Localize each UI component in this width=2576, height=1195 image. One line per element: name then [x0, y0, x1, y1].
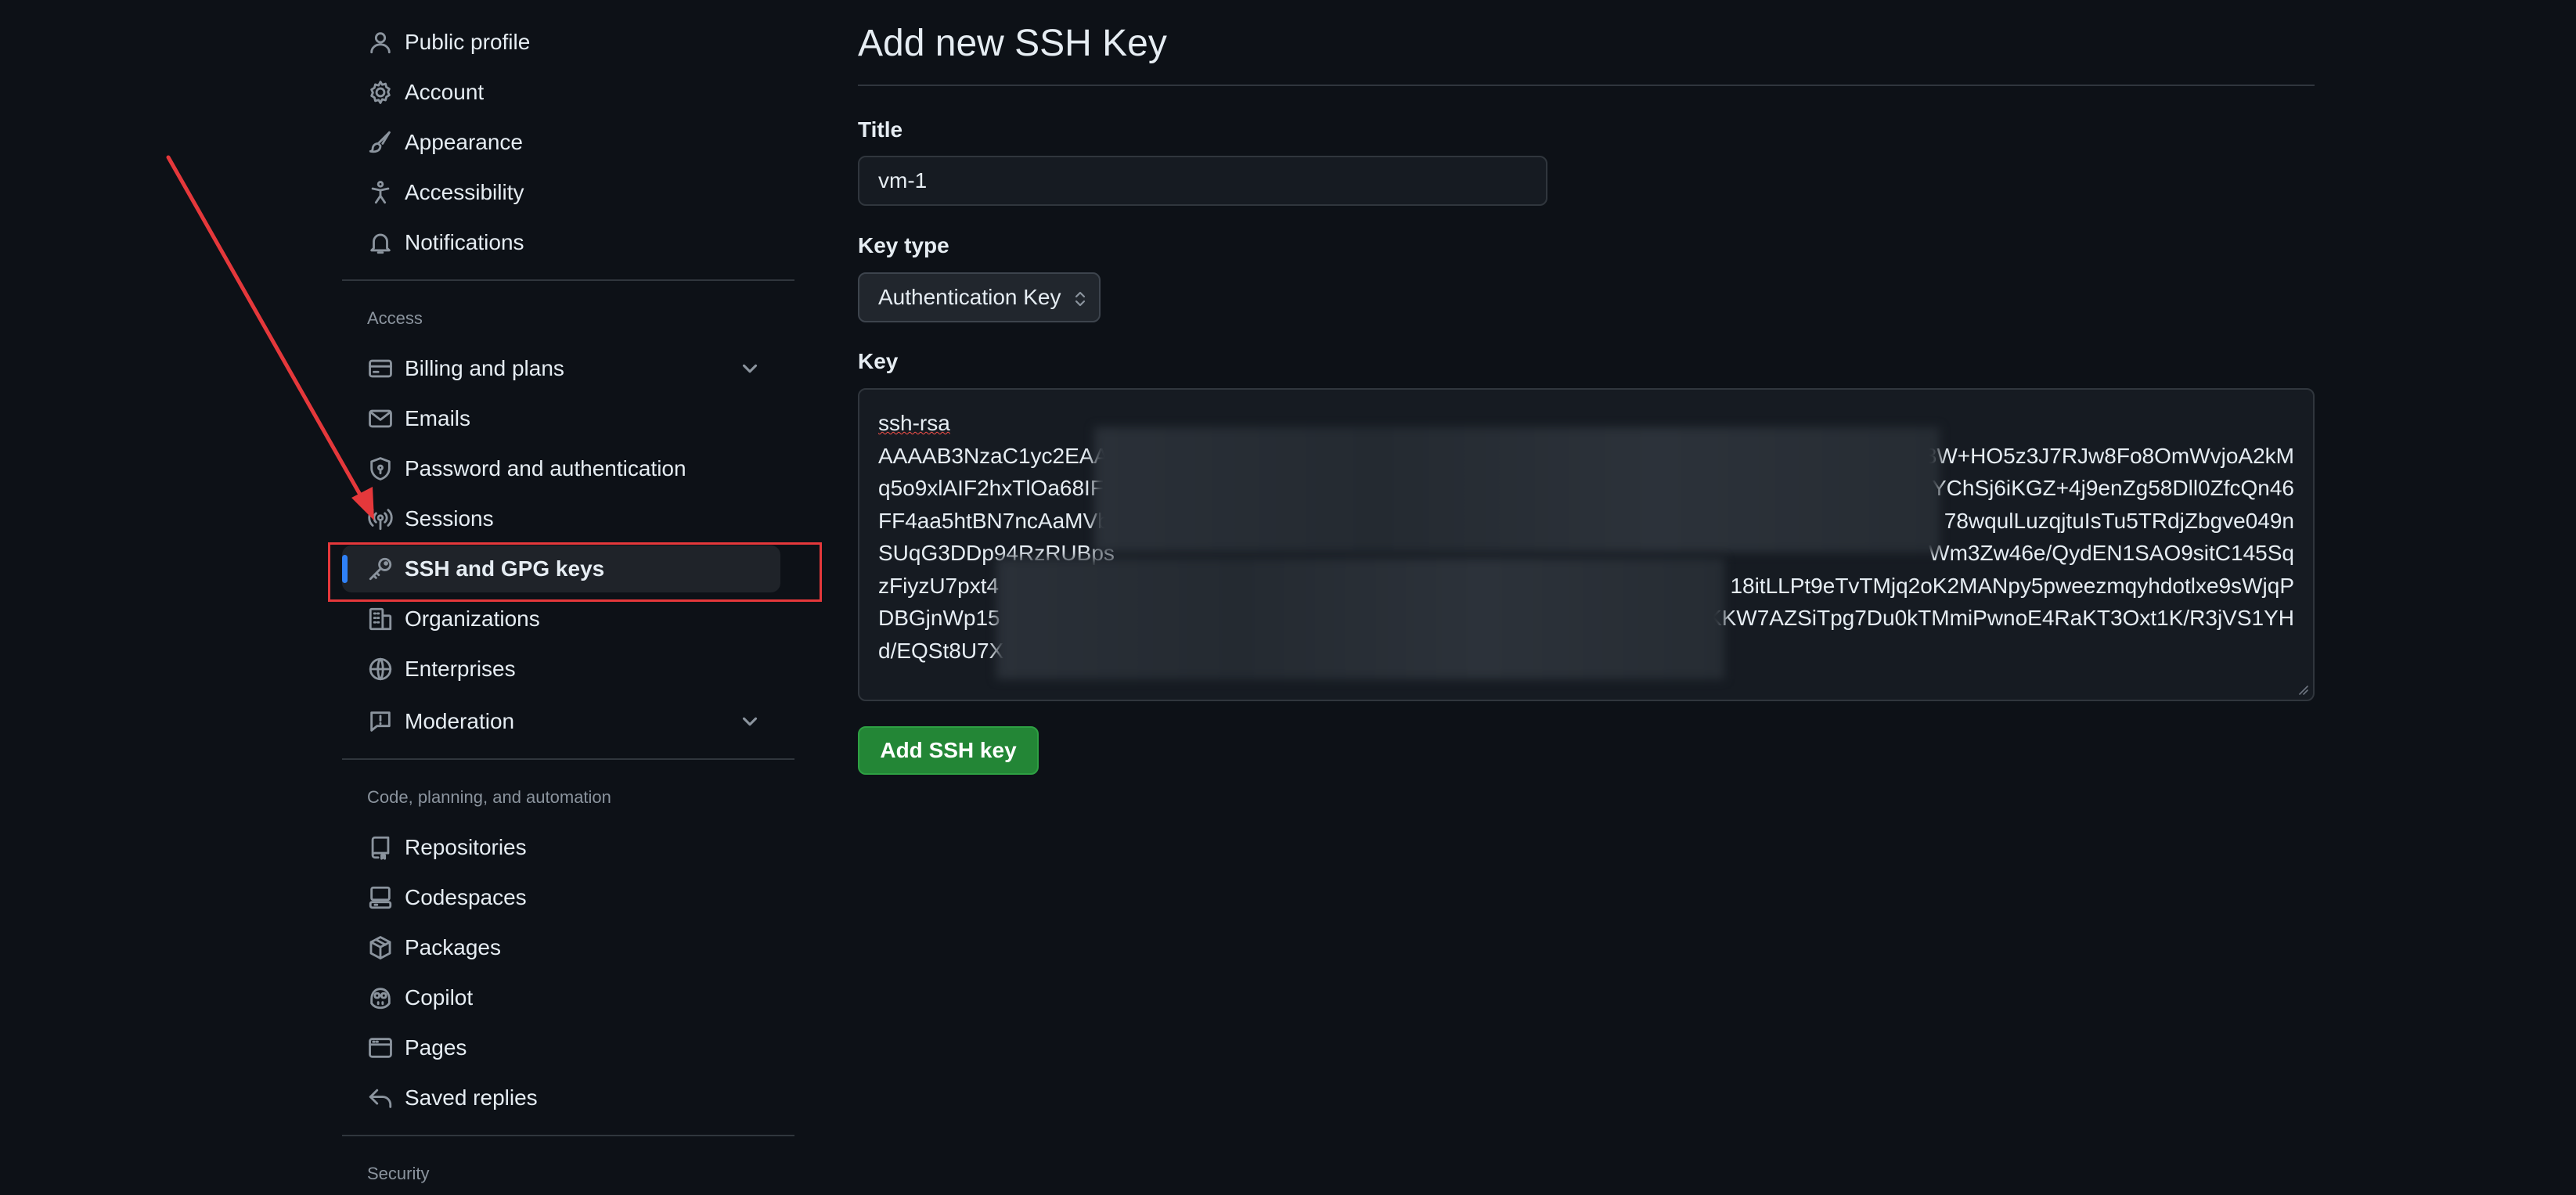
browser-icon	[367, 1035, 394, 1061]
sidebar-item-label: Enterprises	[405, 657, 516, 681]
mail-icon	[367, 405, 394, 432]
annotation-highlight-box	[328, 542, 822, 602]
organization-icon	[367, 606, 394, 632]
sidebar-item-emails[interactable]: Emails	[342, 395, 780, 442]
select-caret-icon	[1075, 291, 1086, 307]
sidebar-item-public-profile[interactable]: Public profile	[342, 19, 780, 66]
resize-handle-icon[interactable]	[2297, 684, 2308, 695]
sidebar-item-account[interactable]: Account	[342, 69, 780, 116]
sidebar-item-sessions[interactable]: Sessions	[342, 495, 780, 542]
sidebar-item-notifications[interactable]: Notifications	[342, 219, 780, 266]
sidebar-item-label: Appearance	[405, 130, 524, 154]
accessibility-icon	[367, 179, 394, 206]
sidebar-item-label: Account	[405, 80, 485, 104]
sidebar-item-label: Copilot	[405, 985, 474, 1010]
title-label: Title	[858, 117, 903, 142]
copilot-icon	[367, 984, 394, 1011]
sidebar-item-label: Public profile	[405, 30, 531, 54]
sidebar-item-repositories[interactable]: Repositories	[342, 824, 780, 871]
chevron-down-icon[interactable]	[738, 357, 762, 380]
key-textarea[interactable]: ssh-rsa AAAAB3NzaC1yc2EAA q5o9xlAIF2hxTl…	[858, 388, 2315, 701]
sidebar-item-label: Password and authentication	[405, 456, 686, 481]
sidebar-item-label: Packages	[405, 935, 501, 959]
bell-icon	[367, 229, 394, 256]
sidebar-item-label: Pages	[405, 1035, 467, 1060]
sidebar-divider	[342, 279, 794, 281]
sidebar-item-label: Emails	[405, 406, 471, 430]
package-icon	[367, 934, 394, 961]
section-title-security: Security	[367, 1164, 430, 1183]
add-ssh-key-button[interactable]: Add SSH key	[858, 726, 1039, 775]
person-icon	[367, 29, 394, 56]
sidebar-item-saved-replies[interactable]: Saved replies	[342, 1074, 780, 1121]
sidebar-item-pages[interactable]: Pages	[342, 1024, 780, 1071]
sidebar-item-packages[interactable]: Packages	[342, 924, 780, 971]
reply-icon	[367, 1085, 394, 1111]
codespaces-icon	[367, 884, 394, 911]
sidebar-item-label: Moderation	[405, 709, 515, 733]
sidebar-item-label: Codespaces	[405, 885, 527, 909]
sidebar-item-moderation[interactable]: Moderation	[342, 698, 780, 745]
key-type-select[interactable]: Authentication Key	[858, 272, 1101, 322]
credit-card-icon	[367, 355, 394, 382]
sidebar-item-label: Organizations	[405, 606, 540, 631]
sidebar-item-label: Saved replies	[405, 1085, 538, 1110]
section-title-code-planning-automation: Code, planning, and automation	[367, 787, 611, 807]
section-title-access: Access	[367, 308, 423, 328]
key-line-tail: 18itLLPt9eTvTMjq2oK2MANpy5pweezmqyhdotlx…	[1730, 573, 2294, 598]
title-input[interactable]: vm-1	[858, 156, 1547, 206]
sidebar-item-accessibility[interactable]: Accessibility	[342, 169, 780, 216]
key-line-tail: RKKW7AZSiTpg7Du0kTMmiPwnoE4RaKT3Oxt1K/R3…	[1691, 606, 2294, 630]
chevron-down-icon[interactable]	[738, 710, 762, 733]
shield-lock-icon	[367, 455, 394, 482]
sidebar-item-enterprises[interactable]: Enterprises	[342, 646, 780, 693]
key-type-label: Key type	[858, 233, 949, 257]
sidebar-item-copilot[interactable]: Copilot	[342, 974, 780, 1021]
sidebar-divider	[342, 1135, 794, 1136]
sidebar-item-label: Sessions	[405, 506, 494, 531]
broadcast-icon	[367, 506, 394, 532]
title-divider	[858, 85, 2315, 86]
sidebar-item-appearance[interactable]: Appearance	[342, 119, 780, 166]
sidebar-item-codespaces[interactable]: Codespaces	[342, 874, 780, 921]
globe-icon	[367, 656, 394, 682]
sidebar-item-label: Notifications	[405, 230, 524, 254]
page-title: Add new SSH Key	[858, 23, 1167, 64]
report-icon	[367, 708, 394, 735]
key-type-value: Authentication Key	[878, 285, 1061, 309]
sidebar-item-label: Billing and plans	[405, 356, 564, 380]
sidebar-item-organizations[interactable]: Organizations	[342, 596, 780, 642]
sidebar-item-password-and-authentication[interactable]: Password and authentication	[342, 445, 780, 492]
paintbrush-icon	[367, 129, 394, 156]
redaction-blur	[996, 558, 1724, 679]
redaction-blur	[1094, 427, 1940, 553]
sidebar-item-billing-and-plans[interactable]: Billing and plans	[342, 345, 780, 392]
sidebar-item-label: Repositories	[405, 835, 527, 859]
gear-icon	[367, 79, 394, 106]
sidebar-divider	[342, 758, 794, 760]
sidebar-item-label: Accessibility	[405, 180, 524, 204]
title-input-value: vm-1	[878, 168, 928, 193]
repo-icon	[367, 834, 394, 861]
key-label: Key	[858, 349, 899, 373]
